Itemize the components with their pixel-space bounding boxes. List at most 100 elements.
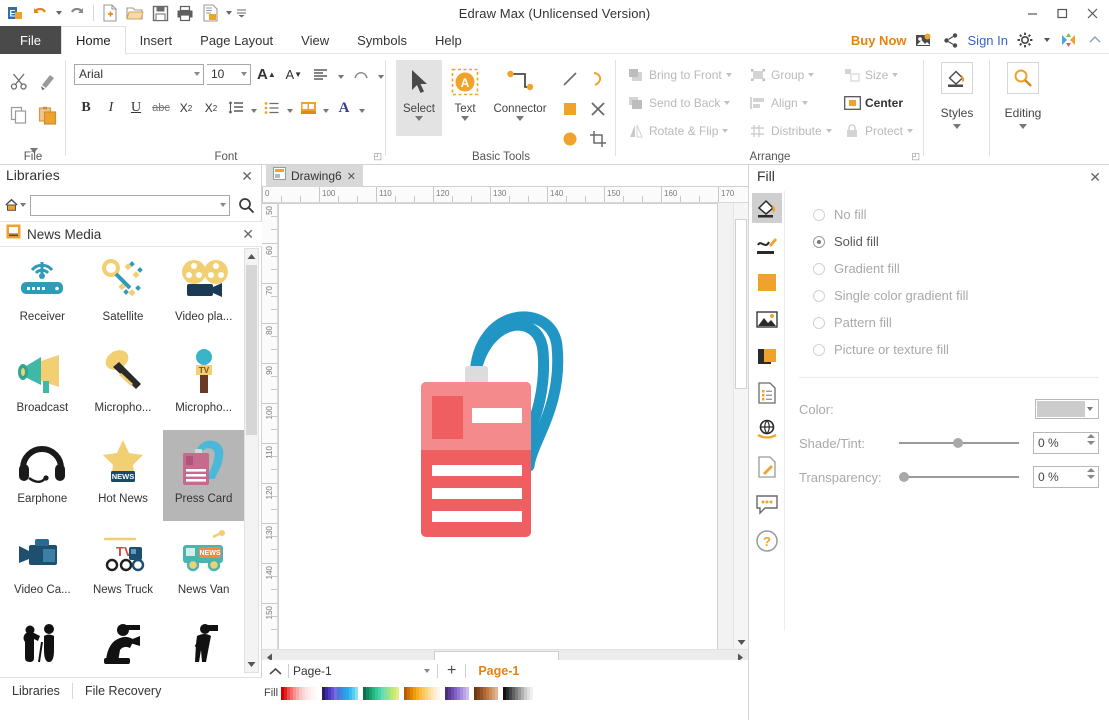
- chevron-down-icon[interactable]: [1087, 407, 1093, 411]
- add-page-button[interactable]: +: [442, 662, 461, 680]
- buy-now-button[interactable]: Buy Now: [851, 33, 907, 48]
- radio-no-fill[interactable]: No fill: [813, 201, 1099, 228]
- distribute-button[interactable]: Distribute: [746, 117, 836, 145]
- close-category-icon[interactable]: ✕: [242, 227, 254, 241]
- font-color-dropdown-icon[interactable]: [357, 96, 367, 120]
- styles-button[interactable]: Styles: [927, 62, 987, 129]
- cloud-file-icon[interactable]: [914, 30, 934, 50]
- edraw-cloud-icon[interactable]: [1058, 30, 1078, 50]
- collapse-pages-icon[interactable]: [266, 662, 284, 680]
- collapse-ribbon-icon[interactable]: [1085, 30, 1105, 50]
- horizontal-ruler[interactable]: 0 100 110 120 130 140 150 160 170: [262, 187, 748, 203]
- chevron-down-icon[interactable]: [725, 73, 732, 77]
- menu-tab-insert[interactable]: Insert: [126, 26, 187, 54]
- line-spacing-icon[interactable]: [224, 96, 248, 120]
- color-picker-button[interactable]: [1035, 399, 1099, 419]
- line-spacing-dropdown-icon[interactable]: [249, 96, 259, 120]
- line-icon[interactable]: [752, 230, 782, 260]
- share-icon[interactable]: [941, 30, 961, 50]
- menu-tab-symbols[interactable]: Symbols: [343, 26, 421, 54]
- underline-icon[interactable]: U: [124, 96, 148, 120]
- shape-video-shooting[interactable]: Video Sh...: [83, 612, 164, 673]
- bring-to-front-button[interactable]: Bring to Front: [624, 61, 742, 89]
- radio-solid-fill[interactable]: Solid fill: [813, 228, 1099, 255]
- radio-picture-or-texture-fill[interactable]: Picture or texture fill: [813, 336, 1099, 363]
- shape-receiver[interactable]: Receiver: [2, 248, 83, 339]
- sign-in-button[interactable]: Sign In: [968, 33, 1008, 48]
- close-libraries-icon[interactable]: ✕: [241, 169, 253, 183]
- align-text-icon[interactable]: [309, 62, 333, 86]
- shrink-font-icon[interactable]: A ▼: [282, 62, 306, 86]
- slider-knob[interactable]: [953, 438, 963, 448]
- maximize-button[interactable]: [1047, 1, 1077, 25]
- close-fill-panel-icon[interactable]: ✕: [1089, 170, 1101, 184]
- shape-satellite[interactable]: Satellite: [83, 248, 164, 339]
- gear-icon[interactable]: [1015, 30, 1035, 50]
- bullet-list-icon[interactable]: [260, 96, 284, 120]
- align-text-dropdown-icon[interactable]: [336, 62, 346, 86]
- group-button[interactable]: Group: [746, 61, 836, 89]
- shape-video-player[interactable]: Video pla...: [163, 248, 244, 339]
- shade-tint-input[interactable]: 0 %: [1033, 432, 1099, 454]
- menu-tab-view[interactable]: View: [287, 26, 343, 54]
- libraries-scrollbar[interactable]: [244, 248, 259, 673]
- shadow-color-icon[interactable]: [752, 267, 782, 297]
- tab-file-recovery[interactable]: File Recovery: [73, 678, 173, 704]
- radio-single-color-gradient-fill[interactable]: Single color gradient fill: [813, 282, 1099, 309]
- shape-taking-photo[interactable]: Taking Ph...: [163, 612, 244, 673]
- copy-icon[interactable]: [6, 106, 32, 125]
- shape-hot-news[interactable]: NEWS Hot News: [83, 430, 164, 521]
- chevron-down-icon[interactable]: [892, 73, 899, 77]
- protect-button[interactable]: Protect: [840, 117, 920, 145]
- cut-icon[interactable]: [6, 72, 32, 91]
- chevron-down-icon[interactable]: [907, 129, 914, 133]
- bold-icon[interactable]: B: [74, 96, 98, 120]
- comment-icon[interactable]: [752, 489, 782, 519]
- library-category-header[interactable]: News Media ✕: [0, 221, 262, 247]
- italic-icon[interactable]: I: [99, 96, 123, 120]
- text-tool-button[interactable]: A Text: [442, 60, 488, 136]
- hyperlink-icon[interactable]: [752, 415, 782, 445]
- font-size-input[interactable]: 10: [207, 63, 251, 85]
- shape-microphone-2[interactable]: TV Micropho...: [163, 339, 244, 430]
- center-button[interactable]: Center: [840, 89, 920, 117]
- paste-icon[interactable]: [32, 106, 64, 125]
- page-selector[interactable]: Page-1: [293, 662, 433, 680]
- libraries-scroll-thumb[interactable]: [246, 265, 257, 435]
- scroll-up-icon[interactable]: [245, 249, 258, 264]
- format-painter-icon[interactable]: [32, 72, 64, 91]
- chevron-down-icon[interactable]: [194, 72, 200, 76]
- menu-tab-help[interactable]: Help: [421, 26, 476, 54]
- chevron-down-icon[interactable]: [722, 129, 729, 133]
- transparency-slider[interactable]: [899, 470, 1019, 484]
- superscript-icon[interactable]: X2: [199, 96, 223, 120]
- page-tab-page-1[interactable]: Page-1: [470, 664, 527, 678]
- home-icon[interactable]: [4, 195, 26, 215]
- editing-button[interactable]: Editing: [993, 62, 1053, 129]
- tab-libraries[interactable]: Libraries: [0, 678, 72, 704]
- fill-icon[interactable]: [751, 193, 782, 223]
- text-highlight-dropdown-icon[interactable]: [321, 96, 331, 120]
- menu-tab-page-layout[interactable]: Page Layout: [186, 26, 287, 54]
- canvas-v-scroll-thumb[interactable]: [735, 219, 747, 389]
- document-tab-drawing6[interactable]: Drawing6 ✕: [266, 165, 363, 187]
- chevron-down-icon[interactable]: [724, 101, 731, 105]
- color-swatches[interactable]: [281, 686, 534, 700]
- text-tool-dropdown-icon[interactable]: [461, 116, 469, 121]
- menu-tab-file[interactable]: File: [0, 26, 61, 54]
- ellipse-shape-icon[interactable]: [556, 124, 584, 154]
- shape-broadcast[interactable]: Broadcast: [2, 339, 83, 430]
- rotate-and-flip-button[interactable]: Rotate & Flip: [624, 117, 742, 145]
- close-document-icon[interactable]: ✕: [347, 170, 356, 183]
- strikethrough-icon[interactable]: abc: [149, 96, 173, 120]
- slider-knob[interactable]: [899, 472, 909, 482]
- chevron-down-icon[interactable]: [825, 129, 832, 133]
- arc-shape-icon[interactable]: [584, 64, 612, 94]
- document-properties-icon[interactable]: [752, 378, 782, 408]
- styles-dropdown-icon[interactable]: [953, 124, 961, 129]
- spinner-arrows[interactable]: [1087, 468, 1095, 479]
- size-button[interactable]: Size: [840, 61, 920, 89]
- shape-interview[interactable]: Interview: [2, 612, 83, 673]
- vertical-ruler[interactable]: 50 60 70 80 90 100 110 120 130 140 150: [262, 203, 278, 650]
- subscript-icon[interactable]: X2: [174, 96, 198, 120]
